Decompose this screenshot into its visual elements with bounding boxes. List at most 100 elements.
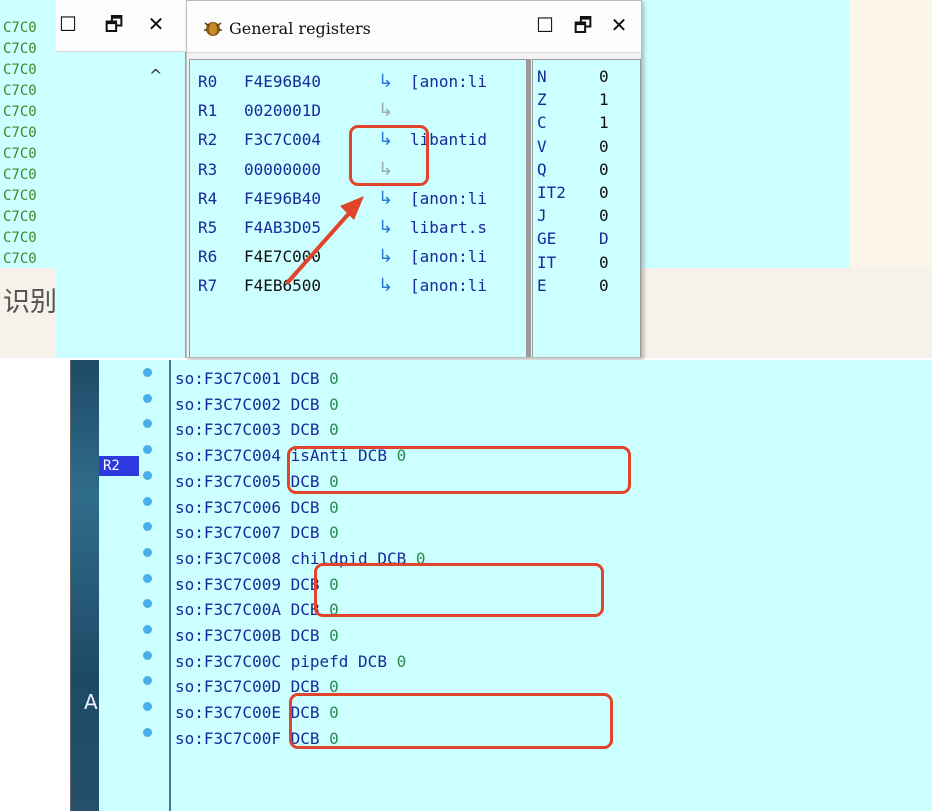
flag-name: V [537,136,547,156]
register-row[interactable]: R7 F4EB6500 ↳ [anon:li [190,272,526,300]
register-name: R6 [198,247,218,267]
breakpoint-dot[interactable] [143,496,152,506]
register-row[interactable]: R0 F4E96B40 ↳ [anon:li [190,68,526,96]
register-value[interactable]: F4AB3D05 [244,214,321,242]
flag-row[interactable]: V0 [533,136,640,158]
register-row[interactable]: R6 F4E7C000 ↳ [anon:li [190,243,526,271]
flag-name: C [537,113,547,133]
maximize-icon[interactable]: ☐ [56,12,80,36]
flag-row[interactable]: GE D [533,228,640,250]
breakpoint-dot[interactable] [143,547,152,557]
flag-value: 0 [599,67,609,86]
register-target: [anon:li [410,247,488,267]
jump-arrow-icon[interactable]: ↳ [378,214,393,242]
row-address: so:F3C7C006 [175,497,281,517]
disassembly-side-strip: A [71,360,99,811]
left-address-cell: C7C0 [3,167,37,183]
flag-row[interactable]: Q0 [533,159,640,181]
left-background-text: 识别 [3,287,57,318]
register-value[interactable]: F4E96B40 [244,185,321,213]
flag-row[interactable]: Z1 [533,89,640,111]
flag-value: 0 [599,136,609,156]
breakpoint-dot[interactable] [143,727,152,737]
left-address-column: C7C0 C7C0 C7C0 C7C0 C7C0 C7C0 C7C0 C7C0 C7C0 C7C0… [0,18,62,268]
disassembly-row[interactable]: so:F3C7C00C pipefd DCB 0 [175,649,406,675]
register-name: R4 [198,188,218,208]
register-pointer-arrow-icon [127,458,137,474]
register-value[interactable]: F4E96B40 [244,68,321,96]
flag-row[interactable]: IT 0 [533,252,640,274]
row-opcode: DCB [290,626,320,645]
breakpoint-dot[interactable] [143,419,152,429]
register-row[interactable]: R5 F4AB3D05 ↳ libart.s [190,214,526,242]
register-name: R0 [198,72,218,91]
flag-row[interactable]: C1 [533,112,640,134]
row-address: so:F3C7C003 [175,420,281,440]
left-address-cell: C7C0 [3,104,37,120]
scroll-up-icon[interactable]: ^ [149,66,162,85]
left-window-scroll-area [56,52,186,358]
breakpoint-dot[interactable] [143,625,152,634]
row-address: so:F3C7C007 [175,523,281,543]
disassembly-row[interactable]: so:F3C7C00B DCB 0 [175,623,339,649]
breakpoint-dot[interactable] [143,702,152,712]
register-target: [anon:li [410,276,488,296]
disassembly-row[interactable]: so:F3C7C001 DCB 0 [175,366,339,392]
close-icon[interactable]: ✕ [607,13,631,37]
disassembly-row[interactable]: so:F3C7C007 DCB 0 [175,520,339,546]
register-value[interactable]: 00000000 [244,156,321,184]
register-name: R2 [198,130,218,150]
pane-splitter[interactable] [527,59,531,357]
breakpoint-dot[interactable] [143,470,152,480]
row-operand: 0 [329,497,339,517]
flag-row[interactable]: IT2 0 [533,182,640,204]
jump-arrow-icon[interactable]: ↳ [378,185,393,213]
register-name: R3 [198,159,218,179]
flag-name: E [537,275,547,295]
highlight-box-childpid [314,563,604,617]
jump-arrow-icon[interactable]: ↳ [378,97,393,125]
breakpoint-dot[interactable] [143,650,152,660]
flag-value: 0 [599,206,609,226]
register-value[interactable]: F4E7C000 [244,243,321,271]
disassembly-gutter [99,360,169,811]
flag-value: 0 [599,275,609,295]
float-window-icon[interactable]: 🗗 [102,12,126,36]
breakpoint-dot[interactable] [143,445,152,455]
jump-arrow-icon[interactable]: ↳ [378,272,393,300]
disassembly-row[interactable]: so:F3C7C003 DCB 0 [175,417,339,443]
flag-row[interactable]: J0 [533,205,640,227]
left-address-cell: C7C0 [3,41,37,57]
breakpoint-dot[interactable] [143,676,152,686]
breakpoint-dot[interactable] [143,368,152,377]
jump-arrow-icon[interactable]: ↳ [378,68,393,96]
disassembly-row[interactable]: so:F3C7C006 DCB 0 [175,495,339,521]
bug-icon [204,22,222,36]
breakpoint-dot[interactable] [143,599,152,609]
gutter-divider [169,360,171,811]
disassembly-row[interactable]: so:F3C7C002 DCB 0 [175,392,339,418]
registers-window-title: General registers [229,19,371,38]
flag-row[interactable]: E0 [533,275,640,297]
flag-row[interactable]: N0 [533,66,640,88]
register-value[interactable]: F4EB6500 [244,272,321,300]
register-value[interactable]: 0020001D [244,97,321,125]
flag-value: 0 [599,159,609,179]
breakpoint-dot[interactable] [143,393,152,403]
row-address: so:F3C7C00A [175,600,281,620]
float-window-icon[interactable]: 🗗 [571,13,595,37]
row-address: so:F3C7C009 [175,574,281,594]
row-address: so:F3C7C00B [175,626,281,645]
jump-arrow-icon[interactable]: ↳ [378,243,393,271]
row-address: so:F3C7C008 [175,548,281,568]
register-row[interactable]: R1 0020001D ↳ [190,97,526,125]
close-icon[interactable]: ✕ [144,12,168,36]
breakpoint-dot[interactable] [143,573,152,583]
register-row[interactable]: R4 F4E96B40 ↳ [anon:li [190,185,526,213]
maximize-icon[interactable]: ☐ [533,13,557,37]
registers-titlebar[interactable]: General registers ☐ 🗗 ✕ [187,1,641,53]
left-address-cell: C7C0 [3,230,37,246]
left-address-cell: C7C0 [3,125,37,141]
breakpoint-dot[interactable] [143,522,152,532]
register-value[interactable]: F3C7C004 [244,126,321,154]
